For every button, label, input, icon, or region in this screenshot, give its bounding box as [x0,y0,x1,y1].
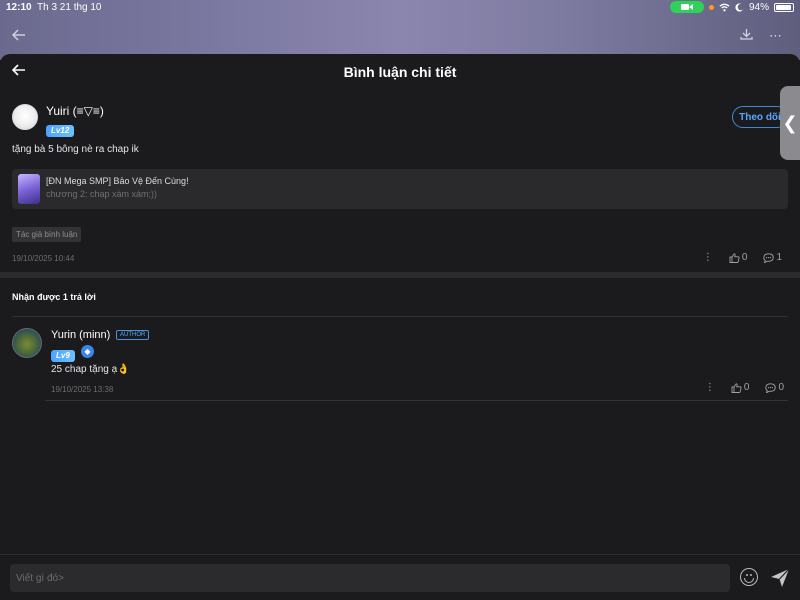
reply-avatar[interactable] [12,328,42,358]
page-title: Bình luận chi tiết [343,64,457,80]
divider [45,400,788,401]
verified-icon: ◆ [81,345,94,358]
divider [12,316,788,317]
reply-button[interactable]: 1 [763,252,782,263]
reply-more-options-icon[interactable]: ⋮ [705,382,715,393]
reply-count: 1 [776,252,782,263]
background-toolbar: ⋯ [740,28,782,44]
wifi-icon [719,3,730,11]
background-back-icon [11,28,26,46]
emoji-icon[interactable] [740,568,758,586]
reply-text: 25 chap tặng ạ👌 [51,364,130,375]
send-icon[interactable] [770,568,790,588]
reply-level-badge: Lv9 [51,350,75,362]
comment-detail-sheet: Bình luận chi tiết ❮ Yuiri (≡▽≡) Lv12 Th… [0,54,800,600]
comment-composer [0,554,800,600]
more-options-icon[interactable]: ⋮ [703,252,713,263]
comment-timestamp: 19/10/2025 10:44 [12,254,75,263]
comment-input[interactable] [10,564,730,592]
comment-meta: 19/10/2025 10:44 ⋮ 0 1 [12,252,788,266]
section-divider [0,272,800,278]
reply-meta: 19/10/2025 13:38 ⋮ 0 0 [51,382,788,396]
avatar[interactable] [12,104,38,130]
reply-like-button[interactable]: 0 [731,382,750,393]
status-date: Th 3 21 thg 10 [37,2,102,13]
status-time: 12:10 [6,2,32,13]
chevron-left-icon: ❮ [782,112,798,133]
story-thumbnail [18,174,40,204]
moon-icon [735,2,744,12]
chat-bubble-icon [763,252,775,263]
thumbs-up-icon [731,382,742,393]
reply-actions: ⋮ 0 0 [705,382,784,393]
story-chapter: chương 2: chap xàm xàm;)) [46,189,157,199]
thumbs-up-icon [729,252,740,263]
battery-percent: 94% [748,1,769,13]
author-comment-tag: Tác giả bình luận [12,227,82,242]
download-icon [740,29,753,40]
replies-header: Nhận được 1 trả lời [12,292,96,302]
chat-bubble-icon [765,382,777,393]
status-bar: 12:10 Th 3 21 thg 10 94% [0,0,800,16]
camera-indicator-icon [669,1,704,13]
story-card[interactable]: [ĐN Mega SMP] Bảo Vệ Đến Cùng! chương 2:… [12,169,788,209]
more-icon: ⋯ [769,28,782,43]
comment-actions: ⋮ 0 1 [703,252,782,263]
like-button[interactable]: 0 [729,252,748,263]
reply-user-name[interactable]: Yurin (minn) [51,329,110,341]
mic-indicator-icon [708,4,714,10]
reply-reply-button[interactable]: 0 [765,382,784,393]
author-badge: AUTHOR [116,330,150,340]
like-count: 0 [741,252,748,263]
reply-like-count: 0 [743,382,750,393]
reply-timestamp: 19/10/2025 13:38 [51,385,114,394]
status-right: 94% [669,1,794,13]
story-title: [ĐN Mega SMP] Bảo Vệ Đến Cùng! [46,176,189,186]
battery-icon [774,2,794,12]
comment-user-name[interactable]: Yuiri (≡▽≡) [46,104,104,118]
comment-text: tặng bà 5 bông nè ra chap ik [12,144,139,155]
reply-reply-count: 0 [778,382,784,393]
sheet-header: Bình luận chi tiết [0,54,800,92]
level-badge: Lv12 [46,125,75,137]
side-collapse-tab[interactable]: ❮ [780,86,800,160]
